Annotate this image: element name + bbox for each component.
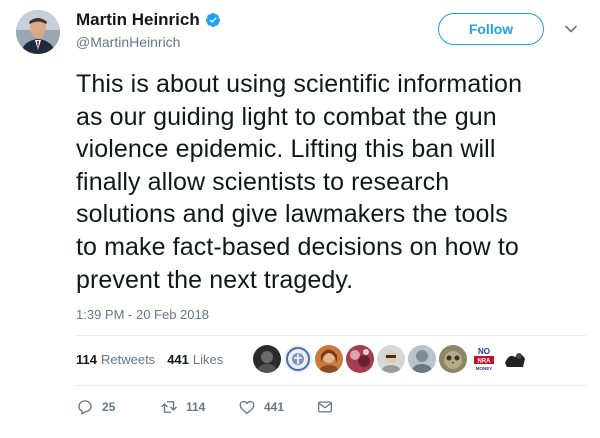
tweet-text-line: to make fact-based decisions on how to [76, 232, 519, 261]
message-icon [317, 401, 333, 413]
tweet-text-line: This is about using scientific informati… [76, 70, 523, 98]
reply-count: 25 [102, 400, 116, 414]
liker-avatar-no-nra-money[interactable]: NO NRA MONEY [470, 345, 498, 373]
liker-avatar[interactable] [408, 345, 436, 373]
retweet-count: 114 [186, 400, 206, 414]
divider [76, 335, 586, 336]
liker-avatar[interactable] [377, 345, 405, 373]
retweet-icon [161, 401, 177, 413]
retweet-action[interactable]: 114 [160, 398, 205, 416]
tweet-text-line: prevent the next tragedy. [76, 265, 354, 294]
follow-button[interactable]: Follow [438, 13, 544, 45]
tweet-timestamp[interactable]: 1:39 PM - 20 Feb 2018 [76, 307, 209, 322]
user-handle[interactable]: @MartinHeinrich [76, 34, 180, 50]
tweet-text: This is about using scientific informati… [76, 68, 586, 296]
tweet-text-line: solutions and give lawmakers the tools [76, 200, 508, 229]
svg-text:MONEY: MONEY [476, 366, 493, 371]
divider [76, 385, 586, 386]
liker-avatar[interactable] [501, 345, 529, 373]
likes-count[interactable]: 441 [167, 352, 189, 367]
tweet-header: Martin Heinrich @MartinHeinrich Follow [0, 0, 600, 64]
tweet-text-line: as our guiding light to combat the gun [76, 102, 497, 131]
user-name[interactable]: Martin Heinrich [76, 10, 200, 30]
like-icon [239, 400, 255, 415]
tweet-text-line: violence epidemic. Lifting this ban will [76, 135, 496, 164]
likers-avatars: NO NRA MONEY [253, 345, 532, 373]
likes-label[interactable]: Likes [193, 352, 223, 367]
like-count: 441 [264, 400, 285, 414]
tweet-actions: 25 114 441 [76, 398, 376, 418]
liker-avatar[interactable] [315, 345, 343, 373]
retweets-label[interactable]: Retweets [101, 352, 155, 367]
liker-avatar[interactable] [253, 345, 281, 373]
reply-action[interactable]: 25 [76, 398, 115, 416]
avatar[interactable] [16, 10, 60, 54]
chevron-down-icon[interactable] [564, 22, 578, 36]
retweets-count[interactable]: 114 [76, 352, 97, 367]
reply-icon [78, 400, 92, 415]
liker-avatar[interactable] [439, 345, 467, 373]
svg-text:NO: NO [478, 347, 490, 356]
tweet-text-line: finally allow scientists to research [76, 167, 450, 196]
svg-text:NRA: NRA [478, 359, 492, 365]
direct-message-action[interactable] [316, 398, 334, 416]
name-row: Martin Heinrich [76, 10, 221, 30]
engagement-stats: 114 Retweets 441 Likes [76, 352, 223, 367]
liker-avatar[interactable] [284, 345, 312, 373]
verified-badge-icon [205, 13, 220, 27]
like-action[interactable]: 441 [238, 398, 284, 416]
liker-avatar[interactable] [346, 345, 374, 373]
